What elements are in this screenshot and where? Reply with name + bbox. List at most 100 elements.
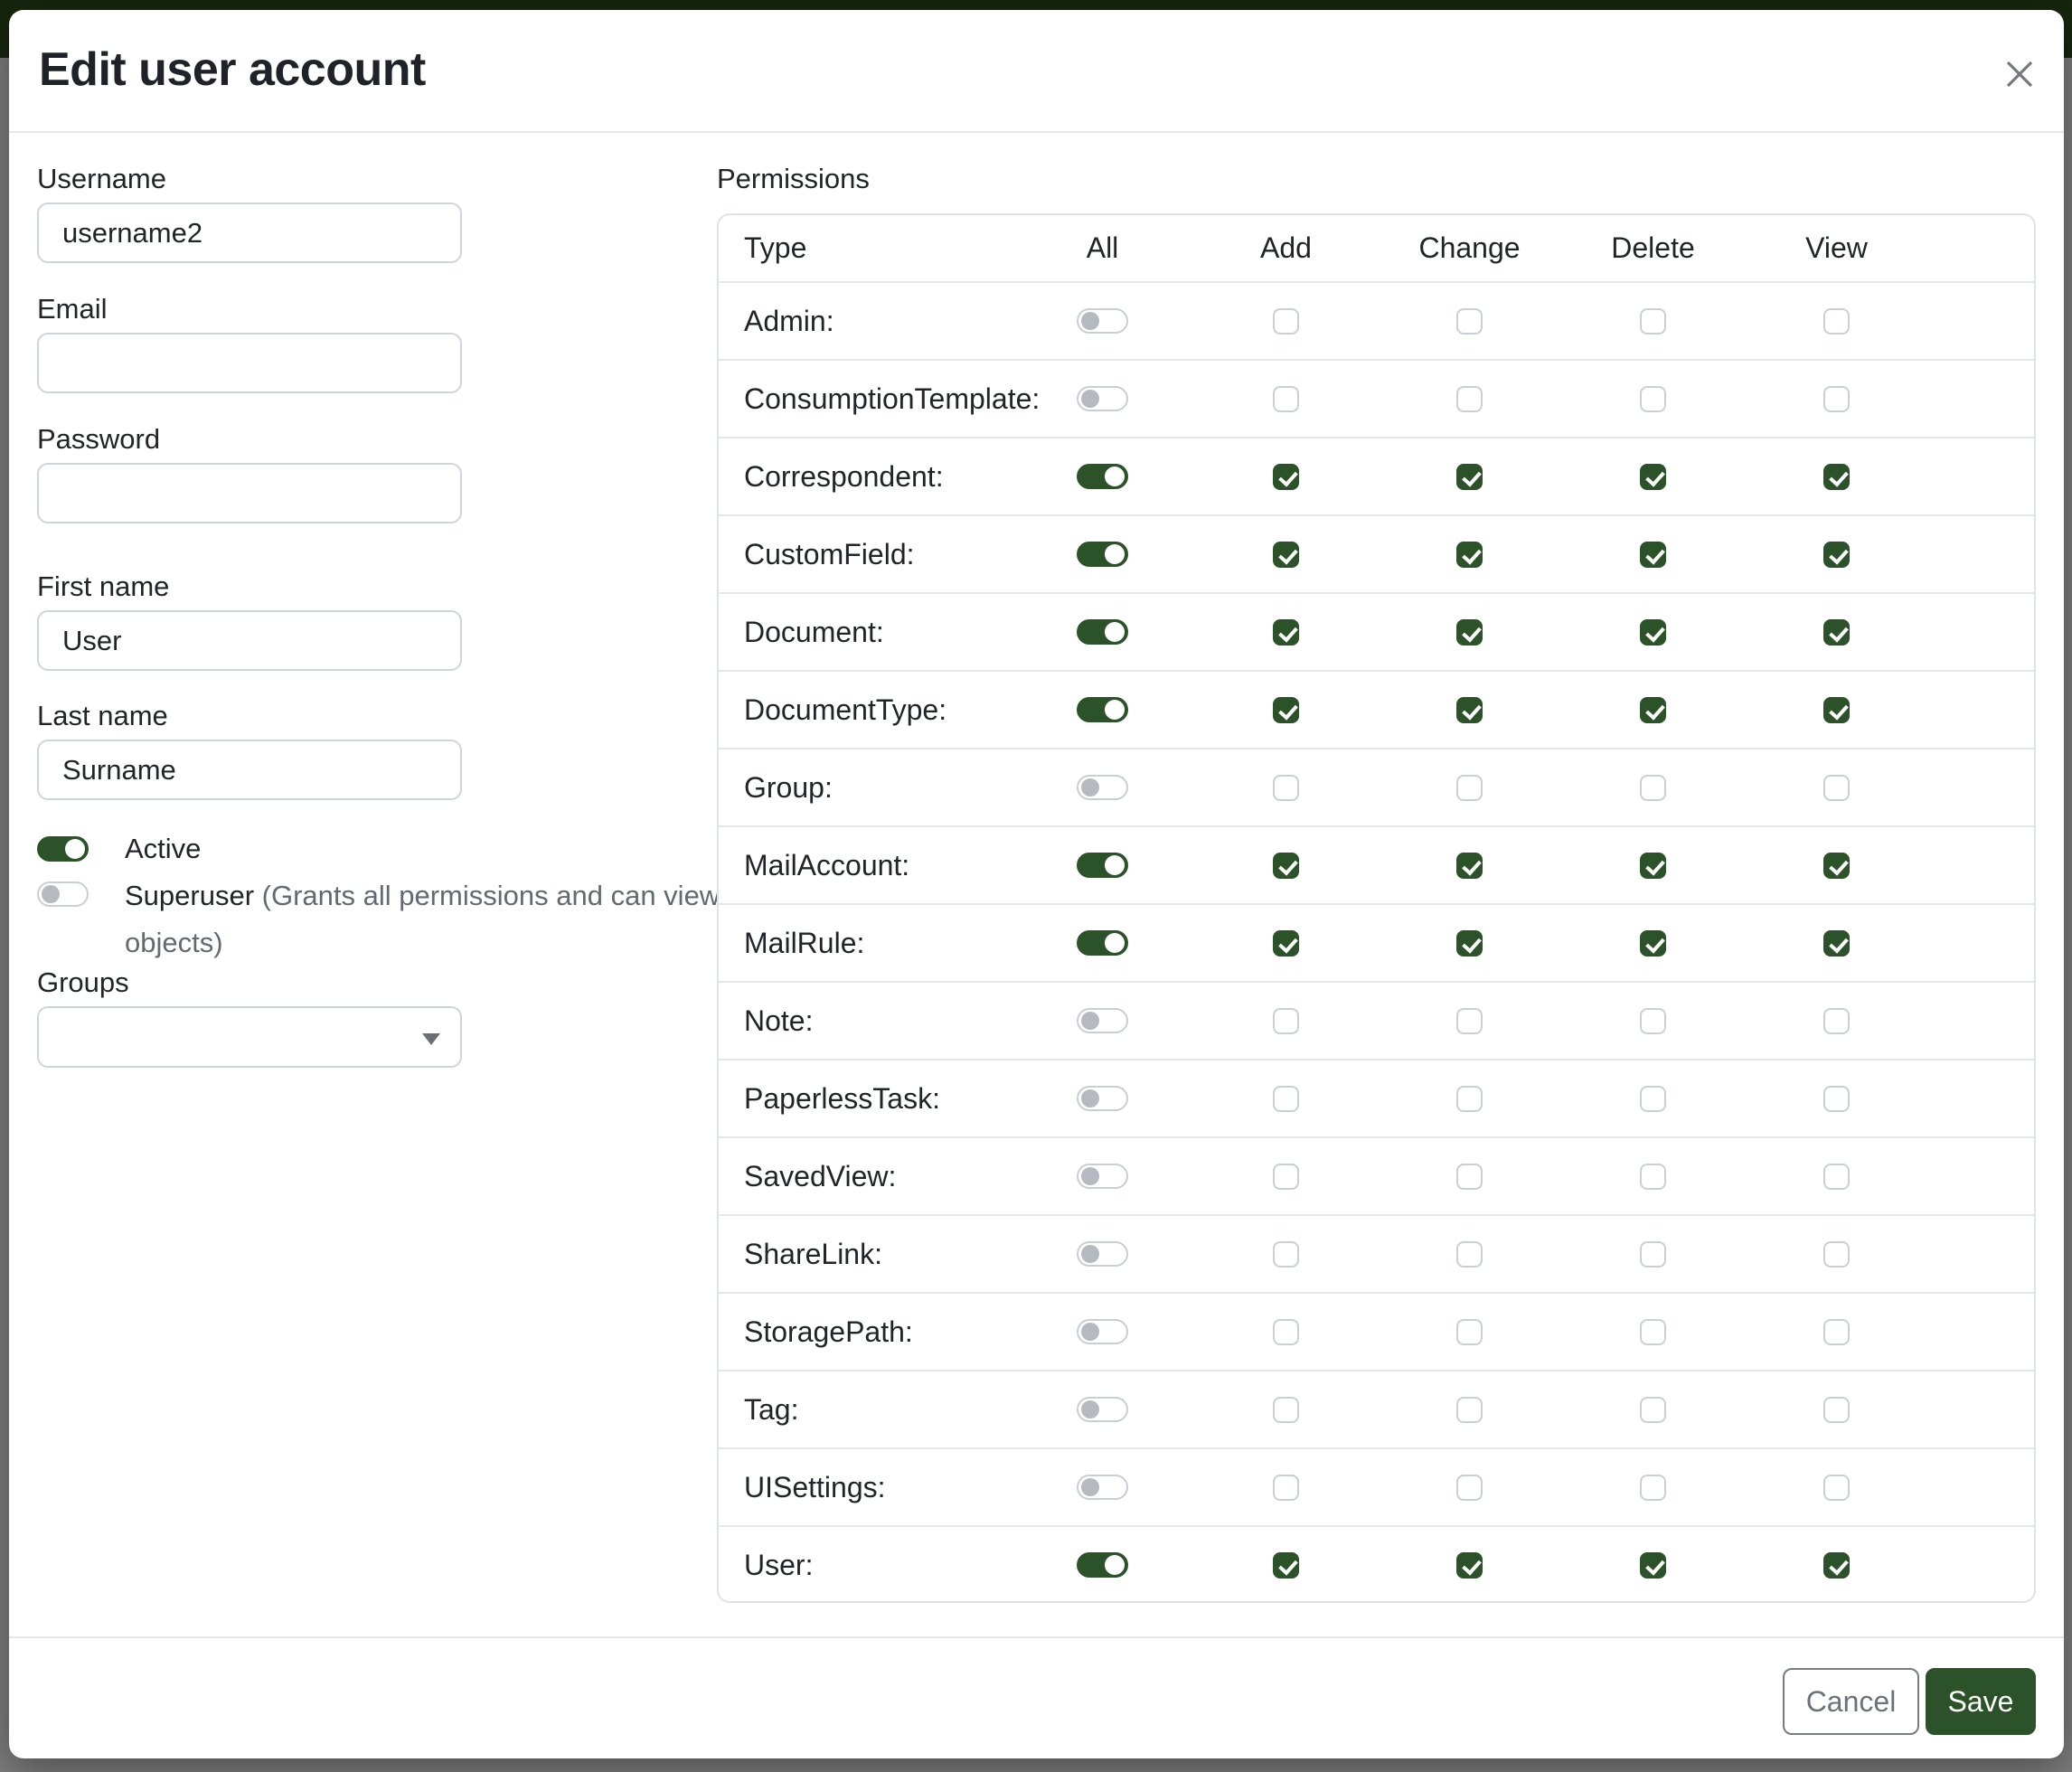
permission-change-checkbox[interactable] <box>1456 1008 1483 1034</box>
permission-all-toggle[interactable] <box>1077 386 1128 411</box>
permission-delete-checkbox[interactable] <box>1640 386 1666 412</box>
permission-view-checkbox[interactable] <box>1823 1397 1850 1423</box>
permission-all-toggle[interactable] <box>1077 1397 1128 1422</box>
permission-all-toggle[interactable] <box>1077 775 1128 800</box>
permission-delete-checkbox[interactable] <box>1640 1164 1666 1190</box>
permission-all-toggle[interactable] <box>1077 1241 1128 1267</box>
permission-change-checkbox[interactable] <box>1456 386 1483 412</box>
permission-add-checkbox[interactable] <box>1273 1319 1299 1345</box>
cancel-button[interactable]: Cancel <box>1783 1668 1919 1735</box>
permission-row: DocumentType: <box>719 670 2034 748</box>
permission-all-toggle[interactable] <box>1077 1475 1128 1500</box>
permission-view-checkbox[interactable] <box>1823 1552 1850 1579</box>
permission-change-checkbox[interactable] <box>1456 1164 1483 1190</box>
username-input[interactable] <box>37 203 462 263</box>
permission-type-label: Correspondent: <box>719 460 1011 494</box>
permission-add-checkbox[interactable] <box>1273 1008 1299 1034</box>
permission-view-checkbox[interactable] <box>1823 1319 1850 1345</box>
permission-add-checkbox[interactable] <box>1273 1552 1299 1579</box>
permission-add-checkbox[interactable] <box>1273 1086 1299 1112</box>
permission-all-toggle[interactable] <box>1077 1319 1128 1344</box>
permission-view-checkbox[interactable] <box>1823 308 1850 335</box>
permission-view-checkbox[interactable] <box>1823 697 1850 723</box>
permission-delete-checkbox[interactable] <box>1640 542 1666 568</box>
permission-add-checkbox[interactable] <box>1273 1241 1299 1268</box>
permission-all-toggle[interactable] <box>1077 542 1128 567</box>
first-name-input[interactable] <box>37 610 462 671</box>
permission-row: ShareLink: <box>719 1214 2034 1292</box>
permission-view-checkbox[interactable] <box>1823 930 1850 957</box>
permission-all-toggle[interactable] <box>1077 1552 1128 1578</box>
permission-all-toggle[interactable] <box>1077 1164 1128 1189</box>
permission-change-checkbox[interactable] <box>1456 619 1483 646</box>
permission-delete-checkbox[interactable] <box>1640 697 1666 723</box>
permission-delete-checkbox[interactable] <box>1640 1319 1666 1345</box>
permission-change-checkbox[interactable] <box>1456 853 1483 879</box>
permission-view-checkbox[interactable] <box>1823 1241 1850 1268</box>
last-name-input[interactable] <box>37 740 462 800</box>
permission-change-checkbox[interactable] <box>1456 542 1483 568</box>
permission-view-checkbox[interactable] <box>1823 1475 1850 1501</box>
permission-change-checkbox[interactable] <box>1456 464 1483 490</box>
permission-view-checkbox[interactable] <box>1823 619 1850 646</box>
permission-delete-checkbox[interactable] <box>1640 1008 1666 1034</box>
email-input[interactable] <box>37 333 462 393</box>
permission-delete-checkbox[interactable] <box>1640 1475 1666 1501</box>
permissions-table-header: Type All Add Change Delete View <box>719 215 2034 281</box>
permission-all-toggle[interactable] <box>1077 619 1128 645</box>
permission-all-toggle[interactable] <box>1077 853 1128 878</box>
permission-change-checkbox[interactable] <box>1456 308 1483 335</box>
close-icon[interactable] <box>2001 55 2039 93</box>
permission-delete-checkbox[interactable] <box>1640 853 1666 879</box>
permission-view-checkbox[interactable] <box>1823 1008 1850 1034</box>
permission-all-toggle[interactable] <box>1077 308 1128 334</box>
permission-delete-checkbox[interactable] <box>1640 308 1666 335</box>
permission-add-checkbox[interactable] <box>1273 542 1299 568</box>
password-input[interactable] <box>37 463 462 523</box>
permission-delete-checkbox[interactable] <box>1640 1086 1666 1112</box>
permission-change-checkbox[interactable] <box>1456 1086 1483 1112</box>
permission-add-checkbox[interactable] <box>1273 775 1299 801</box>
superuser-toggle[interactable] <box>37 881 89 907</box>
permission-all-toggle[interactable] <box>1077 697 1128 722</box>
permission-all-toggle[interactable] <box>1077 464 1128 489</box>
permission-delete-checkbox[interactable] <box>1640 930 1666 957</box>
permission-all-toggle[interactable] <box>1077 1086 1128 1111</box>
permission-add-checkbox[interactable] <box>1273 308 1299 335</box>
permission-view-checkbox[interactable] <box>1823 1164 1850 1190</box>
permission-change-checkbox[interactable] <box>1456 1319 1483 1345</box>
permission-delete-checkbox[interactable] <box>1640 1397 1666 1423</box>
permission-view-checkbox[interactable] <box>1823 1086 1850 1112</box>
permission-add-checkbox[interactable] <box>1273 853 1299 879</box>
permission-change-checkbox[interactable] <box>1456 775 1483 801</box>
permission-delete-checkbox[interactable] <box>1640 1241 1666 1268</box>
permission-all-toggle[interactable] <box>1077 930 1128 956</box>
permission-delete-checkbox[interactable] <box>1640 1552 1666 1579</box>
permission-add-checkbox[interactable] <box>1273 1164 1299 1190</box>
permission-view-checkbox[interactable] <box>1823 775 1850 801</box>
permission-change-checkbox[interactable] <box>1456 1475 1483 1501</box>
permission-change-checkbox[interactable] <box>1456 1241 1483 1268</box>
permission-change-checkbox[interactable] <box>1456 1552 1483 1579</box>
active-toggle[interactable] <box>37 836 89 862</box>
permission-add-checkbox[interactable] <box>1273 464 1299 490</box>
permission-delete-checkbox[interactable] <box>1640 619 1666 646</box>
permission-add-checkbox[interactable] <box>1273 619 1299 646</box>
permission-change-checkbox[interactable] <box>1456 930 1483 957</box>
permission-add-checkbox[interactable] <box>1273 1475 1299 1501</box>
groups-select[interactable] <box>37 1006 462 1068</box>
permission-view-checkbox[interactable] <box>1823 386 1850 412</box>
permission-add-checkbox[interactable] <box>1273 697 1299 723</box>
permission-change-checkbox[interactable] <box>1456 697 1483 723</box>
permission-view-checkbox[interactable] <box>1823 542 1850 568</box>
permission-add-checkbox[interactable] <box>1273 386 1299 412</box>
permission-all-toggle[interactable] <box>1077 1008 1128 1033</box>
permission-delete-checkbox[interactable] <box>1640 464 1666 490</box>
permission-change-checkbox[interactable] <box>1456 1397 1483 1423</box>
permission-add-checkbox[interactable] <box>1273 930 1299 957</box>
save-button[interactable]: Save <box>1926 1668 2036 1735</box>
permission-view-checkbox[interactable] <box>1823 853 1850 879</box>
permission-delete-checkbox[interactable] <box>1640 775 1666 801</box>
permission-view-checkbox[interactable] <box>1823 464 1850 490</box>
permission-add-checkbox[interactable] <box>1273 1397 1299 1423</box>
